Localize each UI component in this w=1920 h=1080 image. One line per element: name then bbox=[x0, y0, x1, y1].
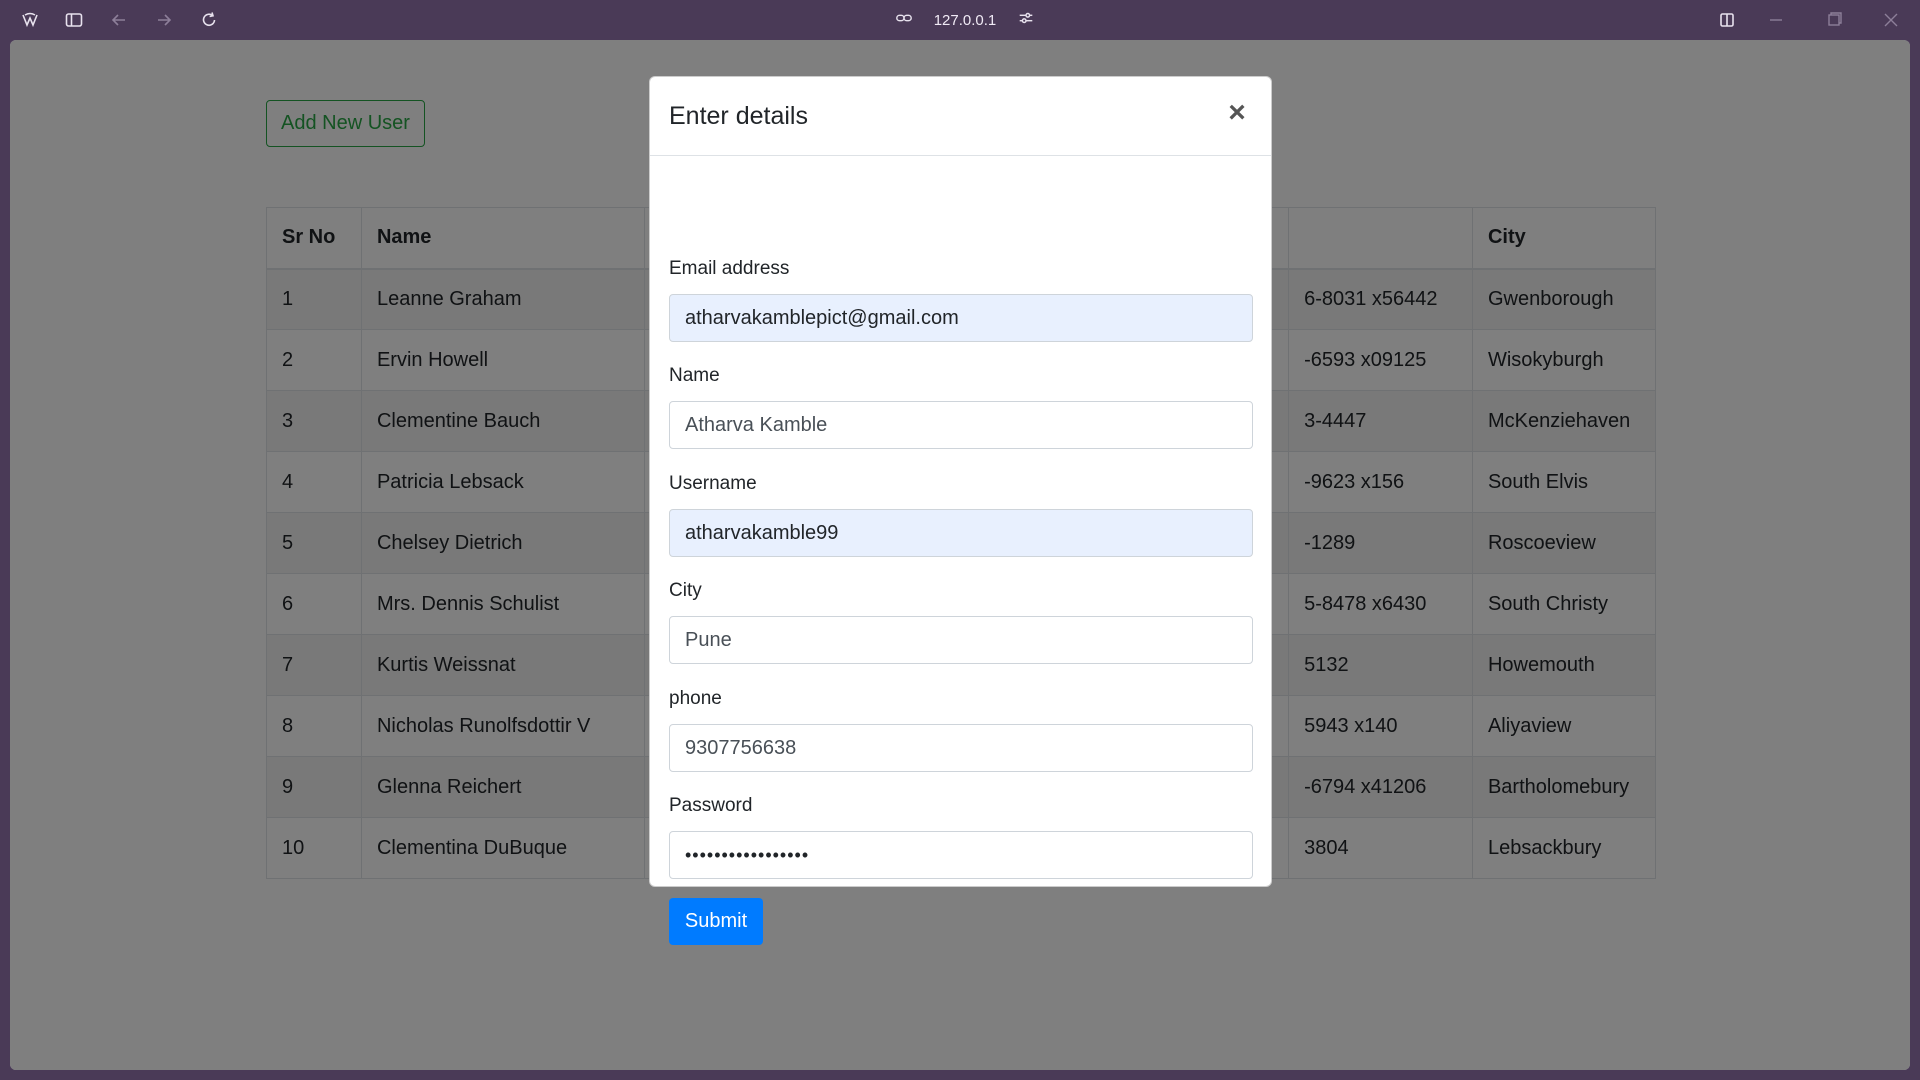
browser-logo-icon[interactable] bbox=[18, 8, 42, 32]
modal-header: Enter details × bbox=[650, 77, 1271, 156]
name-field[interactable]: Atharva Kamble bbox=[669, 401, 1253, 449]
forward-arrow-icon[interactable] bbox=[152, 8, 176, 32]
username-value: atharvakamble99 bbox=[685, 521, 839, 544]
username-field[interactable]: atharvakamble99 bbox=[669, 509, 1253, 557]
site-settings-icon[interactable] bbox=[1017, 9, 1035, 31]
back-arrow-icon[interactable] bbox=[107, 8, 131, 32]
url-text[interactable]: 127.0.0.1 bbox=[934, 12, 997, 29]
split-view-icon[interactable] bbox=[1715, 8, 1739, 32]
password-field[interactable]: ••••••••••••••••• bbox=[669, 831, 1253, 879]
city-value: Pune bbox=[685, 628, 732, 651]
email-value: atharvakamblepict@gmail.com bbox=[685, 306, 959, 329]
enter-details-modal: Enter details × Email address atharvakam… bbox=[649, 76, 1272, 945]
maximize-icon[interactable] bbox=[1822, 8, 1846, 32]
city-field[interactable]: Pune bbox=[669, 616, 1253, 664]
page-viewport: Add New User Sr No Name City 1Leanne Gra… bbox=[10, 40, 1910, 1070]
password-label: Password bbox=[669, 795, 753, 816]
browser-toolbar: 127.0.0.1 bbox=[0, 0, 1920, 40]
email-label: Email address bbox=[669, 258, 790, 279]
name-value: Atharva Kamble bbox=[685, 413, 828, 436]
modal-title: Enter details bbox=[669, 102, 808, 130]
close-icon[interactable]: × bbox=[1223, 98, 1251, 128]
close-window-icon[interactable] bbox=[1879, 8, 1903, 32]
sidebar-toggle-icon[interactable] bbox=[62, 8, 86, 32]
minimize-icon[interactable] bbox=[1764, 8, 1788, 32]
username-label: Username bbox=[669, 473, 757, 494]
email-field[interactable]: atharvakamblepict@gmail.com bbox=[669, 294, 1253, 342]
name-label: Name bbox=[669, 365, 720, 386]
phone-field[interactable]: 9307756638 bbox=[669, 724, 1253, 772]
phone-label: phone bbox=[669, 688, 722, 709]
submit-button[interactable]: Submit bbox=[669, 898, 763, 945]
password-value: ••••••••••••••••• bbox=[685, 844, 810, 865]
reload-icon[interactable] bbox=[197, 8, 221, 32]
link-icon bbox=[895, 9, 913, 31]
city-label: City bbox=[669, 580, 702, 601]
phone-value: 9307756638 bbox=[685, 736, 797, 759]
address-bar[interactable]: 127.0.0.1 bbox=[895, 8, 1035, 32]
